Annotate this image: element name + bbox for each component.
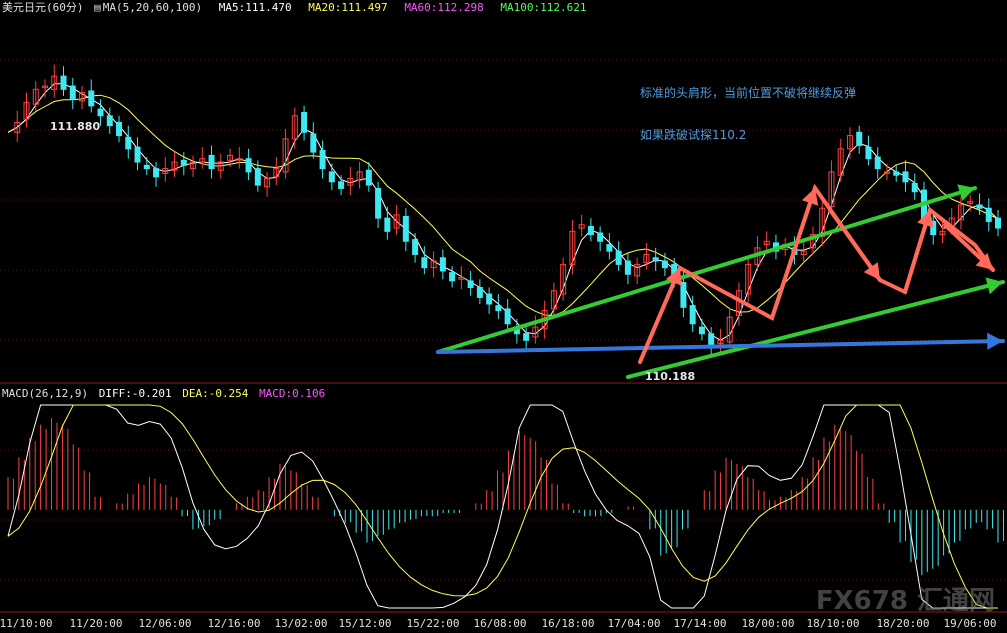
macd-diff-line xyxy=(7,404,998,609)
price-panel-header: 美元日元(60分) ▤ MA(5,20,60,100) MA5:111.470 M… xyxy=(2,0,597,16)
candle-body xyxy=(661,260,668,269)
candle-body xyxy=(486,293,493,305)
candle-body xyxy=(467,280,474,288)
candle-body xyxy=(338,181,345,189)
symbol-label: 美元日元 xyxy=(2,1,46,14)
annotation-breakdown: 如果跌破试探110.2 xyxy=(640,128,747,142)
time-tick-label: 11/20:00 xyxy=(69,617,123,630)
candle-body xyxy=(615,250,622,265)
macd-panel-header: MACD(26,12,9) DIFF:-0.201 DEA:-0.254 MAC… xyxy=(2,386,329,402)
candle-body xyxy=(245,158,252,173)
time-tick-label: 19/06:00 xyxy=(943,617,997,630)
time-tick-label: 15/12:00 xyxy=(338,617,392,630)
time-tick-label: 17/14:00 xyxy=(673,617,727,630)
candle-body xyxy=(587,225,594,236)
zigzag-arrow-1 xyxy=(770,186,817,320)
candle-body xyxy=(652,257,659,262)
pattern-zigzag-path xyxy=(638,183,995,363)
ma-spec-label: MA(5,20,60,100) xyxy=(102,1,203,14)
time-tick-label: 15/22:00 xyxy=(406,617,460,630)
candle-body xyxy=(495,305,502,312)
candle-body xyxy=(893,171,900,176)
candle-body xyxy=(97,108,104,117)
candle-body xyxy=(328,171,335,183)
candle-body xyxy=(476,286,483,298)
candle-body xyxy=(606,244,613,252)
candle-body xyxy=(384,217,391,232)
low-price-label: 110.188 xyxy=(645,370,696,383)
period-label: (60分) xyxy=(46,1,84,14)
lower-trend-arrow-head xyxy=(985,277,1003,295)
candle-body xyxy=(143,164,150,170)
candle-body xyxy=(597,232,604,242)
candle-body xyxy=(301,111,308,133)
candle-body xyxy=(421,257,428,269)
ma100-label: MA100:112.621 xyxy=(500,1,587,14)
candle-body xyxy=(69,85,76,100)
candle-body xyxy=(365,169,372,186)
candle-body xyxy=(180,159,187,166)
candle-body xyxy=(856,131,863,146)
candle-body xyxy=(208,154,215,170)
time-tick-label: 18/10:00 xyxy=(806,617,860,630)
time-tick-label: 16/18:00 xyxy=(541,617,595,630)
support-arrow-head xyxy=(987,332,1003,350)
candle-body xyxy=(439,257,446,272)
time-tick-label: 12/06:00 xyxy=(138,617,192,630)
macd-spec-label: MACD(26,12,9) xyxy=(2,387,89,400)
candle-body xyxy=(689,305,696,325)
candle-body xyxy=(865,146,872,160)
candle-body xyxy=(449,272,456,282)
zigzag-arrow-down-head xyxy=(863,262,880,280)
candle-body xyxy=(680,282,687,308)
candle-body xyxy=(412,239,419,255)
ma-settings-icon[interactable]: ▤ xyxy=(94,1,101,14)
macd-diff-label: DIFF:-0.201 xyxy=(98,387,172,400)
candle-body xyxy=(985,207,992,222)
candle-body xyxy=(319,149,326,170)
ma60-label: MA60:112.298 xyxy=(404,1,484,14)
annotation-head-shoulders: 标准的头肩形，当前位置不破将继续反弹 xyxy=(640,86,857,100)
candle-body xyxy=(134,146,141,163)
candle-body xyxy=(254,168,261,186)
candle-body xyxy=(995,217,1001,229)
candle-body xyxy=(624,260,631,275)
candle-body xyxy=(976,204,983,209)
time-tick-label: 11/10:00 xyxy=(0,617,53,630)
watermark-logo: FX678 汇通网 xyxy=(815,586,995,616)
candle-body xyxy=(523,333,530,341)
macd-dea-label: DEA:-0.254 xyxy=(182,387,249,400)
candle-body xyxy=(88,90,95,107)
ma20-label: MA20:111.497 xyxy=(308,1,388,14)
macd-value-label: MACD:0.106 xyxy=(259,387,326,400)
candle-body xyxy=(698,326,705,335)
time-tick-label: 18/00:00 xyxy=(741,617,795,630)
time-tick-label: 13/02:00 xyxy=(274,617,328,630)
candle-body xyxy=(375,187,382,219)
high-price-label: 111.880 xyxy=(50,120,101,133)
candle-body xyxy=(902,171,909,183)
candle-body xyxy=(116,121,123,137)
candle-body xyxy=(504,308,511,325)
candle-body xyxy=(310,133,317,153)
time-tick-label: 18/20:00 xyxy=(876,617,930,630)
candle-body xyxy=(60,75,67,90)
candle-body xyxy=(911,182,918,193)
time-tick-label: 12/16:00 xyxy=(207,617,261,630)
candle-body xyxy=(106,115,113,127)
time-tick-label: 16/08:00 xyxy=(473,617,527,630)
time-tick-label: 17/04:00 xyxy=(607,617,661,630)
candle-body xyxy=(153,168,160,178)
candle-body xyxy=(125,136,132,150)
candle-body xyxy=(402,215,409,242)
candle-body xyxy=(874,156,881,170)
ma5-label: MA5:111.470 xyxy=(218,1,292,14)
